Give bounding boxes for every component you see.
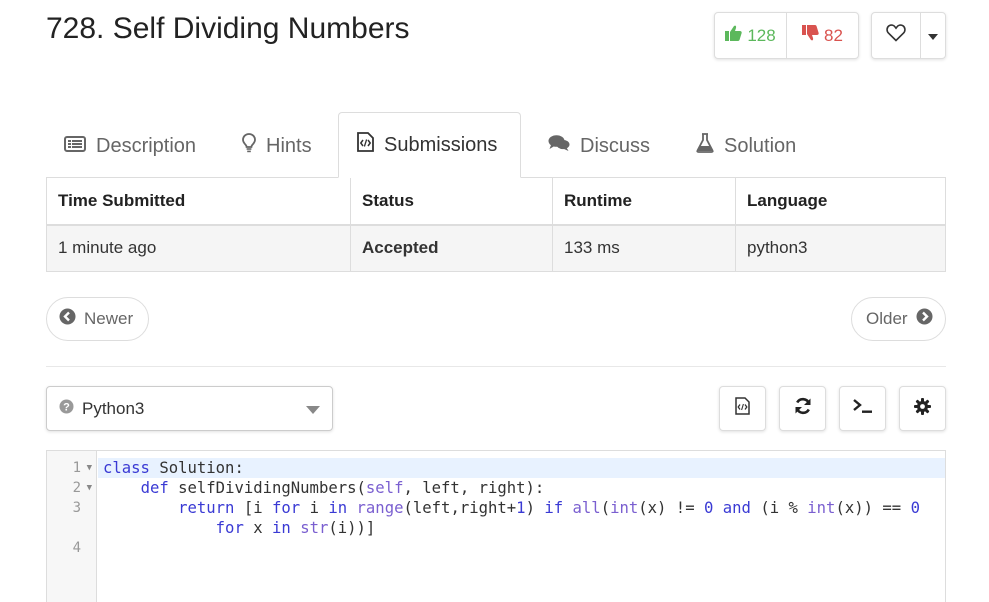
column-header-status: Status [350, 177, 553, 226]
tab-label: Description [96, 134, 197, 157]
submission-language: python3 [735, 224, 946, 272]
dislike-count: 82 [824, 25, 843, 45]
code-editor[interactable]: 1 ▼ 2 ▼ 3 4 class Solution: def selfDivi… [46, 450, 946, 602]
column-header-language: Language [735, 177, 946, 226]
code-file-icon [735, 397, 750, 420]
older-label: Older [866, 309, 908, 328]
tab-discuss[interactable]: Discuss [548, 112, 650, 178]
submissions-table: Time Submitted Status Runtime Language 1… [46, 177, 946, 272]
dislike-button[interactable]: 82 [787, 13, 858, 58]
tab-submissions[interactable]: Submissions [338, 112, 521, 178]
like-count: 128 [747, 25, 776, 45]
newer-button[interactable]: Newer [46, 297, 149, 341]
thumbs-down-icon [802, 25, 819, 46]
fold-arrow-icon[interactable]: ▼ [87, 478, 92, 498]
favorite-button[interactable] [872, 13, 921, 58]
favorite-group [871, 12, 946, 59]
like-button[interactable]: 128 [715, 13, 787, 58]
console-button[interactable] [839, 386, 886, 431]
chevron-left-circle-icon [59, 308, 76, 330]
table-row[interactable]: 1 minute ago Accepted 133 ms python3 [46, 224, 946, 272]
tab-label: Discuss [580, 134, 651, 157]
tab-solution[interactable]: Solution [696, 112, 796, 178]
column-header-runtime: Runtime [552, 177, 736, 226]
problem-title: 728. Self Dividing Numbers [46, 12, 410, 45]
thumbs-up-icon [725, 25, 742, 46]
code-line[interactable]: def selfDividingNumbers(self, left, righ… [103, 478, 545, 498]
selected-language: Python3 [82, 398, 145, 418]
language-select[interactable]: ? Python3 [46, 386, 333, 431]
table-header-row: Time Submitted Status Runtime Language [46, 177, 946, 226]
vote-group: 128 82 [714, 12, 859, 59]
comments-icon [548, 134, 570, 158]
newer-label: Newer [84, 309, 134, 328]
older-button[interactable]: Older [851, 297, 946, 341]
flask-icon [696, 133, 714, 159]
terminal-icon [852, 398, 873, 419]
caret-down-icon [928, 27, 938, 45]
code-line[interactable]: for x in str(i))] [103, 518, 376, 538]
favorite-dropdown-button[interactable] [921, 13, 945, 58]
tab-label: Submissions [384, 133, 498, 156]
svg-text:?: ? [63, 401, 70, 413]
heart-icon [886, 24, 906, 47]
code-line[interactable]: class Solution: [103, 458, 244, 478]
submission-time: 1 minute ago [46, 224, 351, 272]
list-alt-icon [64, 135, 86, 158]
caret-down-icon [306, 399, 320, 419]
tab-label: Solution [724, 134, 797, 157]
problem-tabs: Description Hints Submissions Discuss So… [46, 112, 946, 178]
code-line[interactable]: return [i for i in range(left,right+1) i… [103, 498, 920, 518]
submission-runtime: 133 ms [552, 224, 736, 272]
column-header-time: Time Submitted [46, 177, 351, 226]
reset-code-button[interactable] [779, 386, 826, 431]
tab-label: Hints [266, 134, 312, 157]
tab-hints[interactable]: Hints [242, 112, 312, 178]
editor-settings-button[interactable] [899, 386, 946, 431]
line-number-gutter: 1 ▼ 2 ▼ 3 4 [47, 451, 97, 602]
tab-description[interactable]: Description [64, 112, 196, 178]
gear-icon [914, 397, 931, 420]
view-code-button[interactable] [719, 386, 766, 431]
fold-arrow-icon[interactable]: ▼ [87, 458, 92, 478]
question-circle-icon: ? [59, 399, 74, 419]
code-file-icon [357, 132, 374, 158]
lightbulb-icon [242, 133, 256, 159]
chevron-right-circle-icon [916, 308, 933, 330]
submission-status[interactable]: Accepted [350, 224, 553, 272]
section-divider [46, 366, 946, 367]
refresh-icon [794, 397, 812, 420]
